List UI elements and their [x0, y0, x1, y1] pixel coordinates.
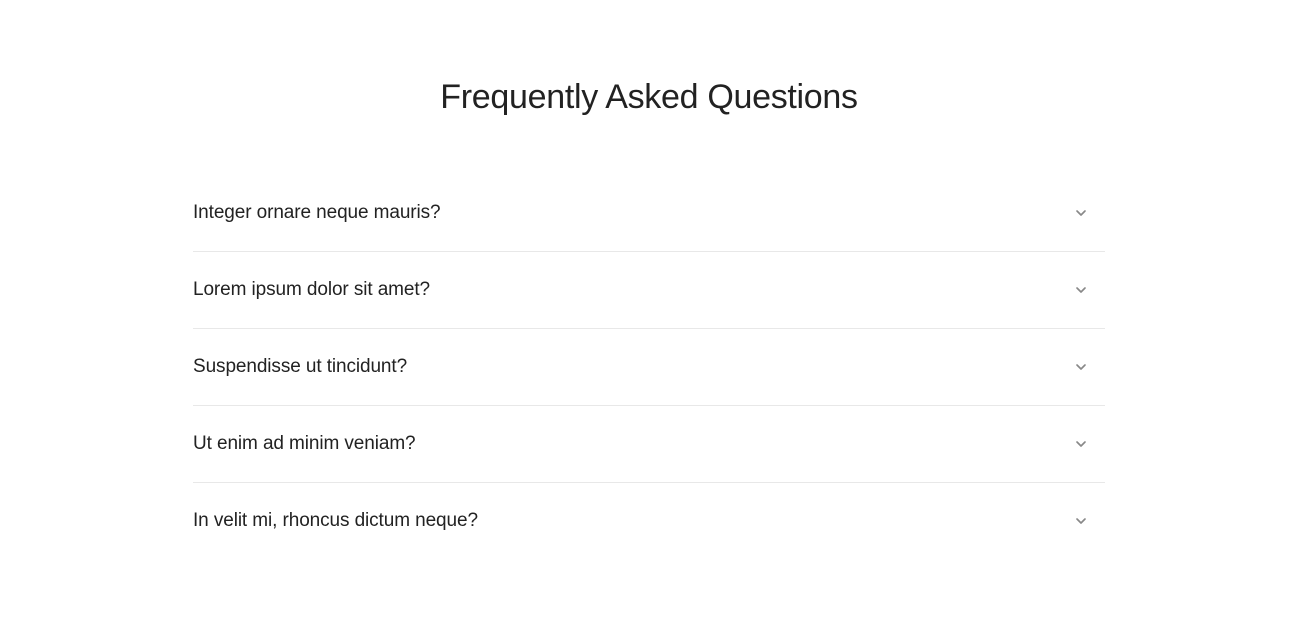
- accordion-header[interactable]: Lorem ipsum dolor sit amet?: [193, 252, 1105, 328]
- faq-container: Frequently Asked Questions Integer ornar…: [193, 78, 1105, 559]
- page-title: Frequently Asked Questions: [193, 78, 1105, 117]
- accordion-question: Integer ornare neque mauris?: [193, 202, 441, 224]
- accordion-header[interactable]: In velit mi, rhoncus dictum neque?: [193, 483, 1105, 559]
- chevron-down-icon: [1073, 205, 1089, 221]
- accordion-question: Ut enim ad minim veniam?: [193, 433, 416, 455]
- accordion-header[interactable]: Integer ornare neque mauris?: [193, 175, 1105, 251]
- accordion-item: Integer ornare neque mauris?: [193, 175, 1105, 252]
- chevron-down-icon: [1073, 436, 1089, 452]
- chevron-down-icon: [1073, 359, 1089, 375]
- accordion-question: In velit mi, rhoncus dictum neque?: [193, 510, 478, 532]
- accordion-question: Lorem ipsum dolor sit amet?: [193, 279, 430, 301]
- accordion-item: Suspendisse ut tincidunt?: [193, 329, 1105, 406]
- accordion-item: Ut enim ad minim veniam?: [193, 406, 1105, 483]
- accordion-item: In velit mi, rhoncus dictum neque?: [193, 483, 1105, 559]
- accordion-header[interactable]: Ut enim ad minim veniam?: [193, 406, 1105, 482]
- accordion: Integer ornare neque mauris? Lorem ipsum…: [193, 175, 1105, 559]
- accordion-item: Lorem ipsum dolor sit amet?: [193, 252, 1105, 329]
- accordion-header[interactable]: Suspendisse ut tincidunt?: [193, 329, 1105, 405]
- chevron-down-icon: [1073, 282, 1089, 298]
- chevron-down-icon: [1073, 513, 1089, 529]
- accordion-question: Suspendisse ut tincidunt?: [193, 356, 407, 378]
